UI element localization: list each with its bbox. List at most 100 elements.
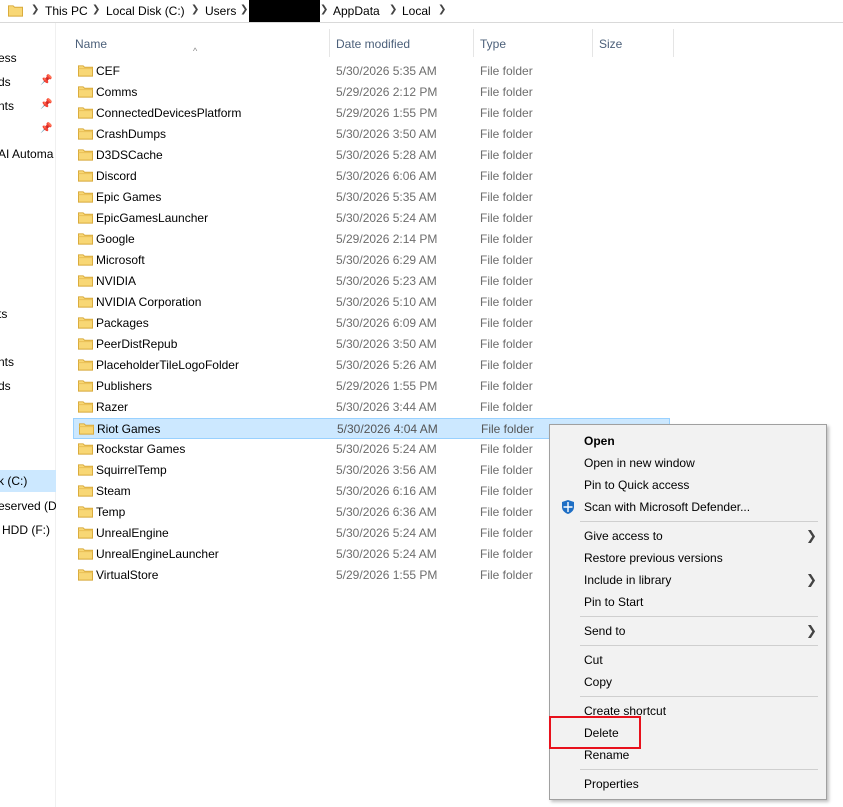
menu-item-include-library[interactable]: Include in library ❯ (550, 569, 826, 591)
file-row[interactable]: NVIDIA 5/30/2026 5:23 AM File folder (73, 271, 670, 292)
file-row[interactable]: Razer 5/30/2026 3:44 AM File folder (73, 397, 670, 418)
chevron-right-icon[interactable]: ❯ (438, 4, 446, 15)
file-type: File folder (481, 422, 534, 436)
file-name: Microsoft (96, 253, 145, 267)
nav-item[interactable]: 📌 (0, 120, 56, 140)
file-type: File folder (480, 148, 533, 162)
nav-item[interactable]: ds (0, 376, 56, 396)
nav-item[interactable]: ts (0, 304, 56, 324)
breadcrumb-appdata[interactable]: AppData (333, 4, 380, 18)
file-row[interactable]: Microsoft 5/30/2026 6:29 AM File folder (73, 250, 670, 271)
folder-icon (78, 485, 93, 497)
address-bar[interactable]: ❯ This PC ❯ Local Disk (C:) ❯ Users ❯ ❯ … (0, 0, 843, 23)
nav-item[interactable]: nts 📌 (0, 96, 56, 116)
file-type: File folder (480, 64, 533, 78)
file-name: Riot Games (97, 422, 161, 436)
chevron-right-icon[interactable]: ❯ (389, 4, 397, 15)
file-row[interactable]: Epic Games 5/30/2026 5:35 AM File folder (73, 187, 670, 208)
file-date: 5/30/2026 6:16 AM (336, 484, 437, 498)
file-name: SquirrelTemp (96, 463, 167, 477)
folder-icon (78, 233, 93, 245)
folder-icon (78, 65, 93, 77)
file-date: 5/30/2026 5:24 AM (336, 526, 437, 540)
file-date: 5/30/2026 3:50 AM (336, 127, 437, 141)
file-type: File folder (480, 232, 533, 246)
file-date: 5/30/2026 5:10 AM (336, 295, 437, 309)
file-row[interactable]: D3DSCache 5/30/2026 5:28 AM File folder (73, 145, 670, 166)
nav-item[interactable]: HDD (F:) (0, 520, 56, 540)
file-date: 5/30/2026 5:35 AM (336, 190, 437, 204)
nav-item[interactable]: ess (0, 48, 56, 68)
file-row[interactable]: PlaceholderTileLogoFolder 5/30/2026 5:26 … (73, 355, 670, 376)
file-name: ConnectedDevicesPlatform (96, 106, 242, 120)
folder-icon (78, 359, 93, 371)
chevron-right-icon: ❯ (806, 528, 817, 543)
breadcrumb-local[interactable]: Local (402, 4, 431, 18)
file-type: File folder (480, 190, 533, 204)
menu-item-send-to[interactable]: Send to ❯ (550, 620, 826, 642)
file-type: File folder (480, 85, 533, 99)
menu-item-restore-versions[interactable]: Restore previous versions (550, 547, 826, 569)
file-row[interactable]: PeerDistRepub 5/30/2026 3:50 AM File folde… (73, 334, 670, 355)
pin-icon: 📌 (40, 123, 53, 134)
menu-item-properties[interactable]: Properties (550, 773, 826, 795)
breadcrumb-local-disk[interactable]: Local Disk (C:) (106, 4, 185, 18)
file-type: File folder (480, 379, 533, 393)
chevron-right-icon[interactable]: ❯ (31, 4, 39, 15)
file-row[interactable]: ConnectedDevicesPlatform 5/29/2026 1:55 P… (73, 103, 670, 124)
menu-item-cut[interactable]: Cut (550, 649, 826, 671)
file-row[interactable]: Packages 5/30/2026 6:09 AM File folder (73, 313, 670, 334)
file-date: 5/30/2026 5:28 AM (336, 148, 437, 162)
file-row[interactable]: Comms 5/29/2026 2:12 PM File folder (73, 82, 670, 103)
nav-item[interactable]: AI Automa (0, 144, 56, 164)
chevron-right-icon[interactable]: ❯ (240, 4, 248, 15)
breadcrumb-this-pc[interactable]: This PC (45, 4, 88, 18)
breadcrumb-users[interactable]: Users (205, 4, 236, 18)
file-name: UnrealEngineLauncher (96, 547, 219, 561)
column-header-type[interactable]: Type (474, 24, 593, 62)
file-row[interactable]: EpicGamesLauncher 5/30/2026 5:24 AM File f… (73, 208, 670, 229)
delete-highlight-box (549, 716, 641, 749)
file-type: File folder (480, 526, 533, 540)
menu-item-open-new-window[interactable]: Open in new window (550, 452, 826, 474)
menu-item-copy[interactable]: Copy (550, 671, 826, 693)
file-row[interactable]: CEF 5/30/2026 5:35 AM File folder (73, 61, 670, 82)
file-row[interactable]: Publishers 5/29/2026 1:55 PM File folder (73, 376, 670, 397)
column-header-date[interactable]: Date modified (330, 24, 474, 62)
file-date: 5/30/2026 5:23 AM (336, 274, 437, 288)
file-date: 5/30/2026 4:04 AM (337, 422, 438, 436)
file-row[interactable]: Google 5/29/2026 2:14 PM File folder (73, 229, 670, 250)
file-name: UnrealEngine (96, 526, 169, 540)
chevron-right-icon[interactable]: ❯ (320, 4, 328, 15)
file-type: File folder (480, 442, 533, 456)
file-row[interactable]: NVIDIA Corporation 5/30/2026 5:10 AM File … (73, 292, 670, 313)
folder-icon (78, 107, 93, 119)
file-name: Publishers (96, 379, 153, 393)
menu-item-pin-quick-access[interactable]: Pin to Quick access (550, 474, 826, 496)
column-header-size[interactable]: Size (593, 24, 674, 62)
column-header-name[interactable]: Name (69, 24, 330, 62)
nav-item[interactable]: ds 📌 (0, 72, 56, 92)
navigation-pane: ess ds📌 nts📌 📌 AI Automa ts nts ds k (C:… (0, 23, 56, 807)
folder-icon (78, 380, 93, 392)
chevron-right-icon[interactable]: ❯ (191, 4, 199, 15)
file-row[interactable]: CrashDumps 5/30/2026 3:50 AM File folder (73, 124, 670, 145)
file-row[interactable]: Discord 5/30/2026 6:06 AM File folder (73, 166, 670, 187)
file-name: NVIDIA (96, 274, 137, 288)
folder-icon (78, 443, 93, 455)
folder-icon (78, 170, 93, 182)
file-name: Google (96, 232, 135, 246)
menu-item-open[interactable]: Open (550, 430, 826, 452)
file-type: File folder (480, 400, 533, 414)
menu-item-scan-defender[interactable]: Scan with Microsoft Defender... (550, 496, 826, 518)
menu-item-pin-start[interactable]: Pin to Start (550, 591, 826, 613)
chevron-right-icon[interactable]: ❯ (92, 4, 100, 15)
menu-item-give-access[interactable]: Give access to ❯ (550, 525, 826, 547)
nav-item[interactable]: eserved (D (0, 496, 56, 516)
nav-item-local-disk[interactable]: k (C:) (0, 470, 56, 492)
file-type: File folder (480, 106, 533, 120)
file-type: File folder (480, 274, 533, 288)
folder-icon (78, 212, 93, 224)
nav-item[interactable]: nts (0, 352, 56, 372)
folder-icon (79, 423, 94, 435)
